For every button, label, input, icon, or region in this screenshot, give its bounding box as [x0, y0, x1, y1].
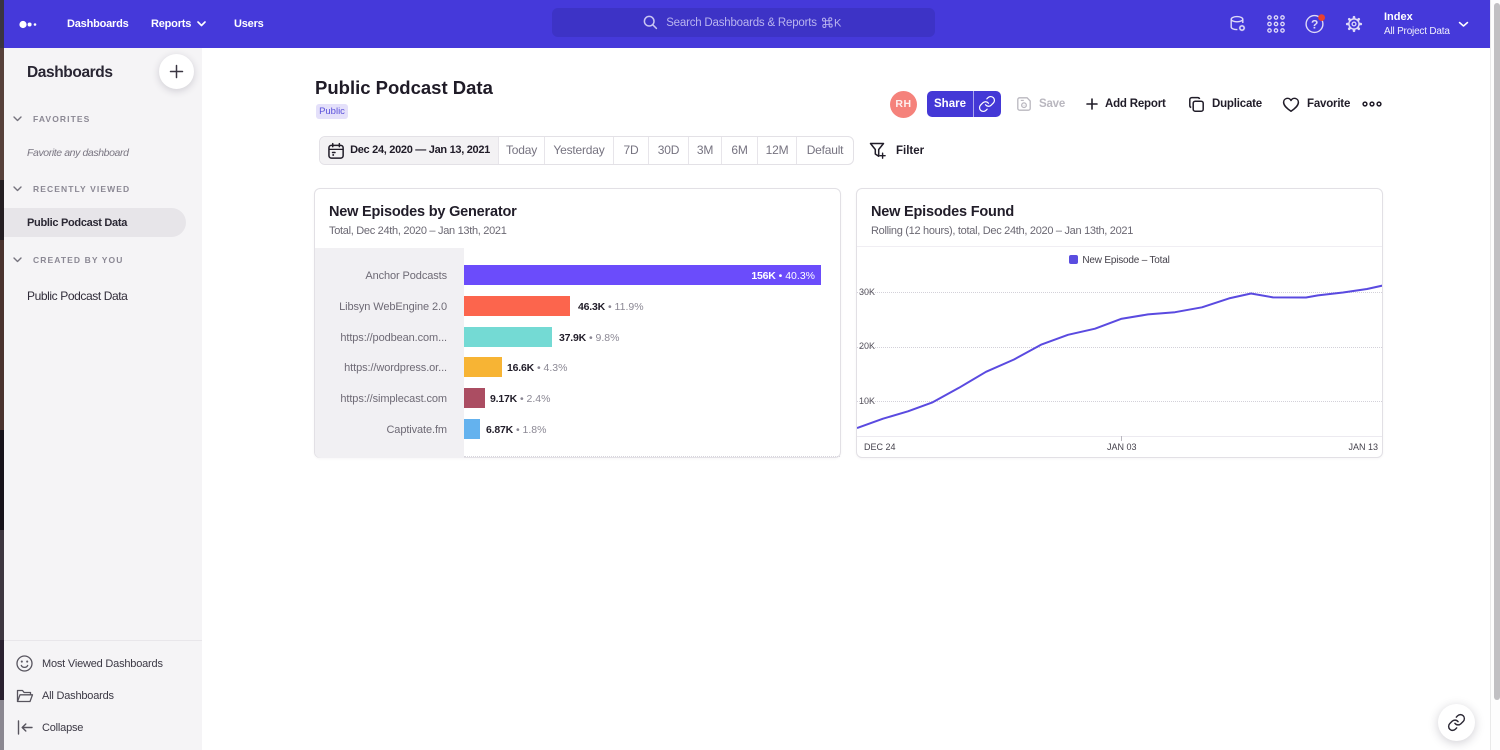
svg-text:?: ?: [1311, 18, 1318, 32]
svg-text:K: K: [834, 17, 842, 29]
